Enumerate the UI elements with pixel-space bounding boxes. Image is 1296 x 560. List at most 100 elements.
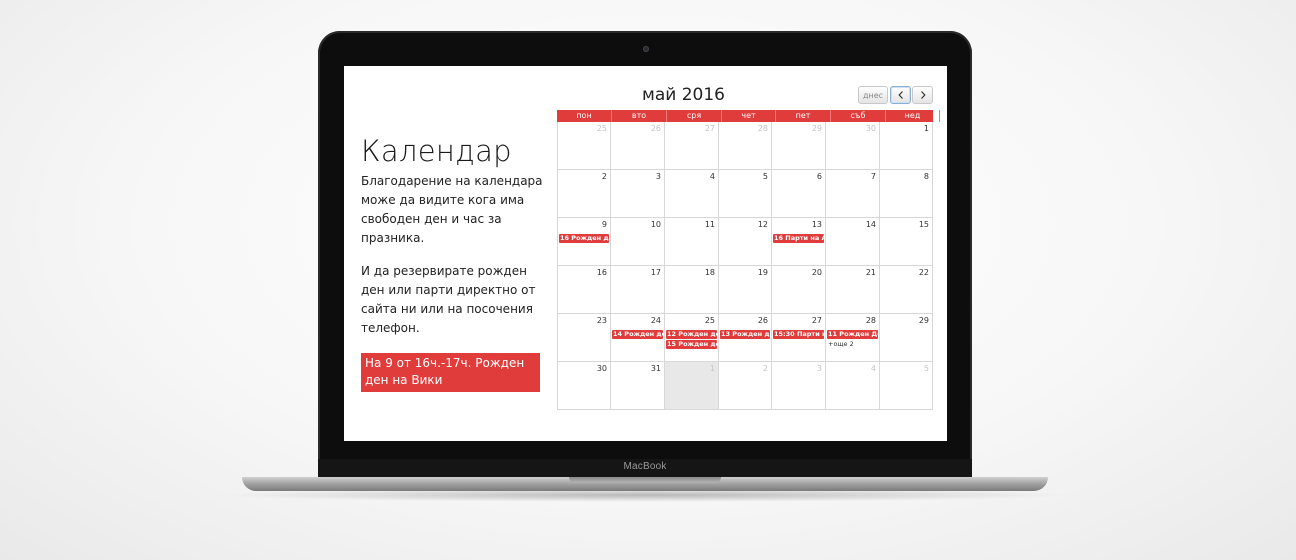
calendar-day-cell[interactable]: 21 [826,266,880,313]
calendar-day-cell[interactable]: 31 [611,362,665,409]
calendar-day-cell[interactable]: 2 [557,170,611,217]
day-number: 15 [918,220,929,229]
day-number: 21 [865,268,876,277]
weekday-label: пон [557,110,612,122]
calendar-day-cell[interactable]: 24 14 Рожден ден [611,314,665,361]
calendar-day-cell[interactable]: 28 [719,122,772,169]
calendar-day-cell[interactable]: 25 12 Рожден ден15 Рожден ден [665,314,719,361]
calendar-day-cell[interactable]: 5 [719,170,772,217]
calendar-day-cell[interactable]: 15 [880,218,933,265]
day-number: 3 [655,172,661,181]
calendar-day-cell[interactable]: 13 16 Парти на А [772,218,826,265]
calendar-day-cell[interactable]: 26 [611,122,665,169]
day-number: 27 [704,124,715,133]
calendar-event[interactable]: 14 Рожден ден [612,330,663,339]
calendar-day-cell[interactable]: 16 [557,266,611,313]
calendar-day-cell[interactable]: 12 [719,218,772,265]
calendar-event[interactable]: 16 Рожден ден [559,234,609,243]
calendar-day-cell[interactable]: 27 15:30 Парти н [772,314,826,361]
chevron-left-icon [897,91,903,99]
day-number: 13 [811,220,822,229]
day-number: 17 [650,268,661,277]
calendar-week-row: 23 24 14 Рожден ден 25 12 Рожден ден15 Рожде… [557,314,933,362]
calendar-day-cell[interactable]: 19 [719,266,772,313]
day-number: 5 [923,364,929,373]
calendar-day-cell[interactable]: 1 [665,362,719,409]
today-button[interactable]: днес [858,86,888,104]
day-number: 27 [811,316,822,325]
day-number: 8 [923,172,929,181]
day-number: 9 [601,220,607,229]
day-number: 24 [650,316,661,325]
brand-label: MacBook [623,461,667,472]
weekday-label: сря [667,110,722,122]
calendar-day-cell[interactable]: 11 [665,218,719,265]
calendar-day-cell[interactable]: 27 [665,122,719,169]
calendar-day-cell[interactable]: 29 [772,122,826,169]
calendar-day-cell[interactable]: 8 [880,170,933,217]
calendar-day-cell[interactable]: 28 11 Рожден Ден+още 2 [826,314,880,361]
day-number: 11 [704,220,715,229]
calendar-event[interactable]: 15:30 Парти н [773,330,824,339]
day-number: 29 [918,316,929,325]
day-number: 18 [704,268,715,277]
calendar-event[interactable]: 16 Парти на А [773,234,824,243]
weekday-label: съб [831,110,886,122]
calendar-day-cell[interactable]: 30 [557,362,611,409]
day-number: 1 [923,124,929,133]
day-number: 6 [816,172,822,181]
calendar-day-cell[interactable]: 3 [611,170,665,217]
calendar-day-cell[interactable]: 5 [880,362,933,409]
day-number: 25 [596,124,607,133]
weekday-label: нед [886,110,940,122]
day-number: 12 [757,220,768,229]
calendar-day-cell[interactable]: 17 [611,266,665,313]
calendar-week-row: 25 26 27 28 29 30 1 [557,122,933,170]
laptop-notch [569,477,721,483]
calendar-event[interactable]: 12 Рожден ден [666,330,717,339]
calendar-day-cell[interactable]: 4 [665,170,719,217]
calendar-day-cell[interactable]: 4 [826,362,880,409]
day-number: 30 [596,364,607,373]
calendar-day-cell[interactable]: 29 [880,314,933,361]
calendar-title: май 2016 [642,85,725,105]
calendar-day-cell[interactable]: 20 [772,266,826,313]
prev-month-button[interactable] [890,86,911,104]
chevron-right-icon [920,91,926,99]
day-number: 14 [865,220,876,229]
day-number: 2 [762,364,768,373]
day-number: 4 [709,172,715,181]
calendar-event[interactable]: 15 Рожден ден [666,340,717,349]
camera-icon [643,46,649,52]
calendar-day-cell[interactable]: 9 16 Рожден ден [557,218,611,265]
day-number: 5 [762,172,768,181]
calendar-grid: пон вто сря чет пет съб нед 25 26 27 28 29 30 1 2 3 4 5 6… [557,110,940,410]
calendar-day-cell[interactable]: 23 [557,314,611,361]
calendar-day-cell[interactable]: 14 [826,218,880,265]
calendar-event[interactable]: 11 Рожден Ден [827,330,878,339]
day-number: 10 [650,220,661,229]
calendar-day-cell[interactable]: 2 [719,362,772,409]
day-number: 7 [870,172,876,181]
selected-event-box: На 9 от 16ч.-17ч. Рожден ден на Вики [361,353,540,392]
calendar-event[interactable]: 13 Рожден ден [720,330,770,339]
description-2: И да резервирате рожден ден или парти ди… [361,264,536,335]
calendar-day-cell[interactable]: 26 13 Рожден ден [719,314,772,361]
calendar-day-cell[interactable]: 3 [772,362,826,409]
calendar-day-cell[interactable]: 7 [826,170,880,217]
calendar-day-cell[interactable]: 30 [826,122,880,169]
calendar-week-row: 2 3 4 5 6 7 8 [557,170,933,218]
next-month-button[interactable] [912,86,933,104]
day-number: 31 [650,364,661,373]
weekday-label: чет [722,110,776,122]
description-1: Благодарение на календара може да видите… [361,174,543,245]
calendar-day-cell[interactable]: 10 [611,218,665,265]
calendar-day-cell[interactable]: 25 [557,122,611,169]
calendar-day-cell[interactable]: 6 [772,170,826,217]
day-number: 28 [757,124,768,133]
calendar-day-cell[interactable]: 1 [880,122,933,169]
calendar-day-cell[interactable]: 22 [880,266,933,313]
calendar-weeks: 25262728293012345678916 Рожден ден101112… [557,122,933,410]
calendar-day-cell[interactable]: 18 [665,266,719,313]
more-events-link[interactable]: +още 2 [828,340,854,349]
